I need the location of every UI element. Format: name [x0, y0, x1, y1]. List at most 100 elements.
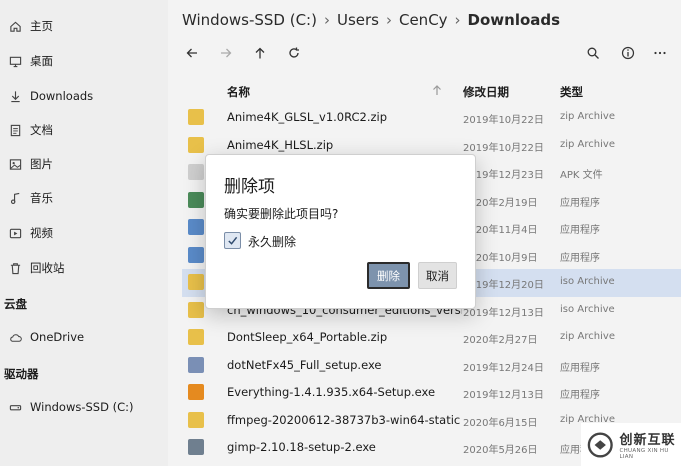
file-icon	[188, 136, 204, 153]
sidebar-item-label: 主页	[30, 19, 53, 33]
file-row[interactable]: Anime4K_GLSL_v1.0RC2.zip 2019年10月22日 zip A…	[182, 104, 681, 132]
sidebar-item-music[interactable]: 音乐	[0, 186, 168, 210]
sidebar-item-recycle-bin[interactable]: 回收站	[0, 256, 168, 280]
refresh-icon	[289, 47, 299, 58]
breadcrumb-separator: ›	[323, 11, 330, 29]
file-type: 应用程序	[560, 197, 600, 209]
file-row[interactable]: Everything-1.4.1.935.x64-Setup.exe 2019年1…	[182, 379, 681, 407]
file-icon	[188, 191, 204, 208]
sidebar-item-label: 回收站	[30, 261, 65, 275]
file-name: Anime4K_GLSL_v1.0RC2.zip	[227, 110, 388, 124]
trash-icon	[8, 261, 22, 275]
file-type: zip Archive	[560, 331, 615, 342]
file-type: zip Archive	[560, 111, 615, 122]
checkmark-icon	[228, 236, 238, 245]
breadcrumb-item-current[interactable]: Downloads	[468, 11, 561, 29]
file-date: 2019年12月20日	[463, 280, 544, 291]
delete-dialog: 删除项 确实要删除此项目吗? 永久删除 删除 取消	[205, 154, 476, 309]
sidebar-section-cloud: 云盘	[4, 297, 27, 311]
sidebar-item-home[interactable]: 主页	[0, 14, 168, 38]
breadcrumb-separator: ›	[454, 11, 461, 29]
sort-up-icon[interactable]	[430, 83, 444, 97]
file-date: 2020年6月15日	[463, 417, 538, 429]
file-date: 2019年12月13日	[463, 307, 544, 319]
more-options-button[interactable]	[650, 44, 670, 62]
download-icon	[8, 89, 22, 103]
sidebar-item-label: OneDrive	[30, 330, 85, 344]
sidebar-item-label: 文档	[30, 123, 53, 137]
file-type: zip Archive	[560, 138, 615, 150]
file-icon	[188, 356, 204, 373]
breadcrumb-item-users[interactable]: Users	[337, 11, 379, 29]
file-type: 应用程序	[560, 252, 600, 264]
file-name: Everything-1.4.1.935.x64-Setup.exe	[227, 385, 436, 399]
file-icon	[188, 219, 204, 235]
file-date: 2019年10月22日	[463, 115, 544, 126]
info-button[interactable]	[618, 44, 638, 62]
sidebar-item-label: 视频	[30, 226, 53, 240]
forward-button[interactable]	[216, 44, 236, 62]
file-type: 应用程序	[560, 390, 600, 401]
file-date: 2019年12月23日	[463, 170, 544, 181]
sidebar-item-desktop[interactable]: 桌面	[0, 49, 168, 73]
file-icon	[188, 329, 204, 345]
breadcrumb-item-drive[interactable]: Windows-SSD (C:)	[182, 11, 317, 29]
file-type: 应用程序	[560, 225, 600, 236]
file-row[interactable]: dotNetFx45_Full_setup.exe 2019年12月24日 应用程序	[182, 352, 681, 380]
sidebar-item-videos[interactable]: 视频	[0, 221, 168, 245]
file-type: iso Archive	[560, 303, 615, 315]
file-icon	[188, 164, 204, 180]
breadcrumb: Windows-SSD (C:) › Users › CenCy › Downloads	[182, 11, 560, 29]
file-icon	[188, 246, 204, 263]
file-type: iso Archive	[560, 276, 615, 287]
arrow-left-icon	[186, 48, 197, 58]
home-icon	[8, 19, 22, 33]
file-icon	[188, 109, 204, 125]
file-row[interactable]: DontSleep_x64_Portable.zip 2020年2月27日 zip …	[182, 324, 681, 352]
search-icon	[587, 47, 599, 59]
file-icon	[188, 439, 204, 455]
sidebar-item-documents[interactable]: 文档	[0, 118, 168, 142]
file-date: 2020年10月9日	[463, 252, 538, 264]
sidebar-item-drive-c[interactable]: Windows-SSD (C:)	[0, 395, 168, 419]
permanent-delete-checkbox[interactable]	[224, 232, 241, 249]
cancel-button[interactable]: 取消	[418, 262, 457, 289]
sidebar-item-label: 桌面	[30, 54, 53, 68]
dialog-message: 确实要删除此项目吗?	[224, 207, 339, 221]
file-icon	[188, 384, 204, 400]
sidebar-item-downloads[interactable]: Downloads	[0, 84, 168, 108]
sidebar-item-pictures[interactable]: 图片	[0, 152, 168, 176]
file-date: 2020年11月4日	[463, 225, 538, 236]
refresh-button[interactable]	[284, 44, 304, 62]
back-button[interactable]	[182, 44, 202, 62]
file-date: 2020年2月19日	[463, 197, 538, 209]
breadcrumb-separator: ›	[385, 11, 392, 29]
drive-icon	[8, 400, 22, 414]
column-header-name[interactable]: 名称	[227, 84, 250, 100]
dialog-title: 删除项	[224, 177, 275, 197]
delete-button[interactable]: 删除	[367, 262, 410, 289]
file-type: 应用程序	[560, 362, 600, 374]
file-name: gimp-2.10.18-setup-2.exe	[227, 440, 376, 454]
more-horizontal-icon	[654, 51, 666, 55]
music-icon	[8, 191, 22, 205]
file-type: APK 文件	[560, 170, 603, 181]
sidebar-item-onedrive[interactable]: OneDrive	[0, 325, 168, 349]
file-date: 2020年2月27日	[463, 335, 538, 346]
arrow-up-icon	[255, 47, 265, 59]
watermark-en: CHUANG XIN HU LIAN	[619, 448, 669, 460]
sidebar-section-drives: 驱动器	[4, 367, 39, 381]
breadcrumb-item-user[interactable]: CenCy	[399, 11, 448, 29]
column-header-date[interactable]: 修改日期	[463, 84, 509, 100]
file-icon	[188, 411, 204, 428]
image-icon	[8, 157, 22, 171]
search-button[interactable]	[583, 44, 603, 62]
checkbox-label[interactable]: 永久删除	[248, 233, 296, 250]
info-icon	[621, 46, 635, 60]
column-header-type[interactable]: 类型	[560, 84, 583, 100]
watermark-cn: 创新互联	[619, 433, 676, 448]
file-name: Anime4K_HLSL.zip	[227, 137, 334, 152]
file-date: 2020年5月26日	[463, 445, 538, 456]
watermark: 创新互联 CHUANG XIN HU LIAN	[581, 423, 681, 466]
up-button[interactable]	[250, 44, 270, 62]
